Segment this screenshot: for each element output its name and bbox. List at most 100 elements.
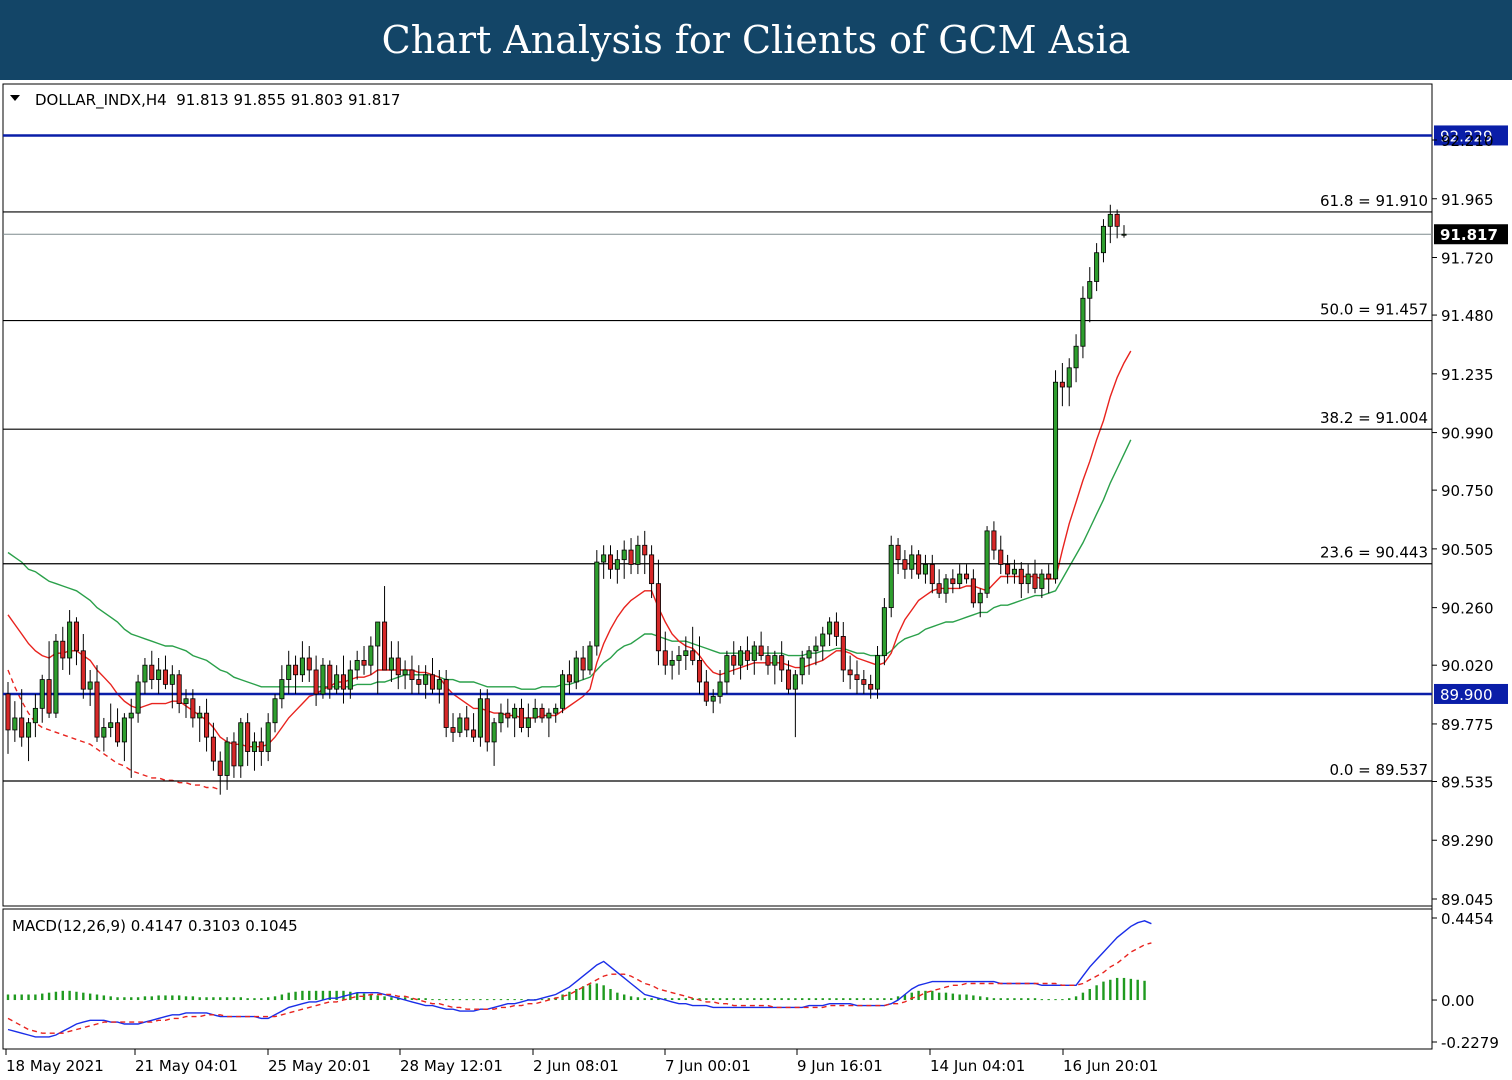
macd-histogram-bar [301, 990, 304, 1001]
macd-histogram-bar [650, 998, 653, 1001]
candle-body [183, 698, 189, 704]
candle-body [943, 578, 949, 594]
candle-body [464, 717, 470, 731]
candle-body [32, 707, 38, 724]
time-tick-label: 7 Jun 00:01 [665, 1057, 751, 1075]
candle-body [957, 573, 963, 585]
candle-body [162, 669, 168, 685]
candle-body [108, 722, 114, 728]
candle-body [868, 683, 874, 690]
candle-body [176, 674, 182, 704]
macd-histogram-bar [136, 997, 140, 1001]
macd-histogram-bar [821, 998, 824, 1001]
macd-histogram-bar [595, 983, 599, 1001]
macd-histogram-bar [725, 998, 729, 1001]
candle-body [320, 664, 326, 695]
macd-histogram-bar [759, 998, 763, 1001]
candle-body [669, 659, 675, 666]
macd-histogram-bar [444, 999, 448, 1001]
candle-body [984, 530, 990, 594]
candle-body [635, 544, 641, 565]
macd-histogram-bar [999, 998, 1002, 1001]
macd-histogram-bar [937, 992, 941, 1001]
macd-histogram-bar [972, 995, 975, 1001]
macd-histogram-bar [82, 992, 85, 1001]
candle-body [881, 607, 887, 656]
candle-body [5, 693, 11, 731]
candle-body [224, 741, 230, 776]
candle-body [265, 722, 271, 752]
candle-body [772, 655, 778, 666]
candle-body [512, 707, 518, 719]
macd-histogram-bar [486, 999, 489, 1001]
macd-histogram-bar [985, 997, 989, 1001]
macd-histogram-bar [1033, 998, 1037, 1001]
candle-body [731, 655, 737, 666]
candle-body [443, 679, 449, 728]
candle-body [94, 681, 100, 738]
macd-histogram-bar [1061, 999, 1064, 1001]
macd-histogram-bar [828, 998, 831, 1001]
candle-body [1059, 381, 1065, 388]
candle-body [1039, 573, 1045, 589]
macd-histogram-bar [61, 990, 64, 1001]
candle-body [676, 655, 682, 661]
price-tick-label: 90.505 [1441, 541, 1494, 559]
candle-body [744, 650, 750, 661]
candle-body [368, 645, 374, 666]
fib-level-label: 0.0 = 89.537 [1330, 761, 1428, 779]
candle-body [402, 669, 408, 676]
candle-body [169, 674, 175, 685]
macd-histogram-bar [492, 999, 496, 1001]
candle-body [662, 650, 668, 666]
candle-body [53, 640, 59, 714]
macd-info: MACD(12,26,9) 0.4147 0.3103 0.1045 [12, 917, 298, 935]
candle-body [546, 712, 552, 719]
macd-histogram-bar [20, 994, 23, 1001]
candle-body [149, 664, 155, 680]
candle-body [375, 621, 381, 647]
macd-histogram-bar [219, 997, 222, 1001]
price-tick-label: 91.480 [1441, 307, 1494, 325]
candle-body [1011, 568, 1017, 575]
candle-body [833, 621, 839, 637]
candle-body [1025, 573, 1031, 585]
time-tick-label: 18 May 2021 [6, 1057, 104, 1075]
candle-body [128, 712, 134, 719]
candle-body [861, 679, 867, 685]
candle-body [436, 679, 442, 690]
price-tick-label: 90.260 [1441, 600, 1494, 618]
macd-histogram-bar [520, 999, 523, 1001]
macd-histogram-bar [568, 991, 571, 1001]
macd-histogram-bar [472, 999, 475, 1001]
price-tick-label: 89.290 [1441, 832, 1494, 850]
candle-body [87, 681, 93, 690]
candle-body [457, 717, 463, 733]
candle-body [416, 679, 422, 685]
macd-histogram-bar [602, 985, 605, 1001]
candle-body [334, 674, 340, 690]
price-tick-label: 91.965 [1441, 191, 1494, 209]
candle-body [121, 717, 127, 743]
candle-body [607, 554, 614, 570]
candle-body [779, 655, 785, 671]
candle-body [67, 621, 73, 659]
candle-body [792, 674, 798, 690]
candle-body [279, 679, 285, 700]
candle-body [450, 727, 456, 733]
candle-body [895, 544, 901, 561]
candle-body [628, 549, 634, 565]
candle-body [12, 717, 18, 731]
macd-histogram-bar [68, 990, 71, 1001]
candle-body [1080, 297, 1086, 347]
macd-histogram-bar [102, 995, 106, 1001]
macd-histogram-bar [438, 999, 441, 1001]
macd-histogram-bar [314, 990, 318, 1001]
candle-body [799, 657, 805, 676]
macd-histogram-bar [225, 997, 229, 1001]
macd-histogram-bar [349, 991, 352, 1001]
macd-histogram-bar [1020, 998, 1023, 1001]
candle-body [484, 698, 490, 743]
macd-histogram-bar [992, 998, 996, 1001]
candle-body [614, 559, 620, 570]
